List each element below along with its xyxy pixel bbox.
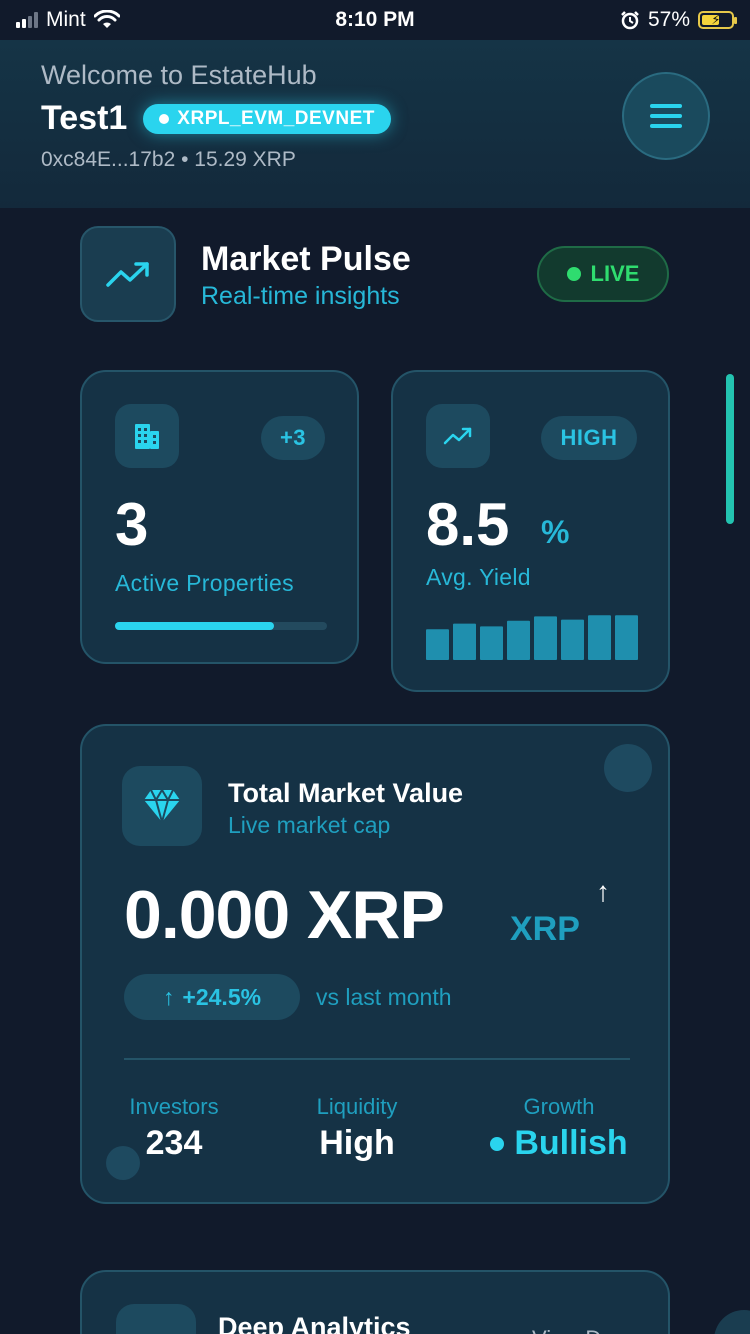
yield-bar: [480, 626, 503, 660]
divider: [124, 1058, 630, 1060]
trending-up-icon: [443, 427, 472, 445]
live-label: LIVE: [590, 261, 640, 286]
network-badge: XRPL_EVM_DEVNET: [143, 103, 391, 134]
change-badge: ↑ +24.5%: [124, 974, 300, 1020]
carrier-name: Mint: [46, 8, 86, 31]
yield-bar: [426, 629, 449, 660]
comparison-text: vs last month: [316, 984, 452, 1010]
active-properties-label: Active Properties: [115, 570, 294, 596]
hamburger-icon: [650, 104, 682, 108]
yield-bar: [507, 620, 530, 660]
change-value: +24.5%: [182, 983, 262, 1010]
status-right: 57% ⚡: [620, 8, 737, 32]
network-name: XRPL_EVM_DEVNET: [177, 107, 375, 129]
status-left: Mint: [16, 8, 120, 32]
stat-investors: Investors 234: [122, 1094, 226, 1163]
battery-percent: 57%: [647, 8, 690, 31]
stat-label: Investors: [129, 1094, 219, 1119]
app-header: Welcome to EstateHub Test1 XRPL_EVM_DEVN…: [0, 40, 750, 208]
network-dot-icon: [159, 113, 170, 124]
yield-bar: [561, 619, 584, 660]
building-icon-tile: [115, 404, 179, 468]
active-properties-card[interactable]: +3 3 Active Properties: [80, 370, 359, 664]
market-value-title: Total Market Value: [228, 778, 464, 808]
avg-yield-label: Avg. Yield: [426, 564, 531, 590]
arrow-up-icon: ↑: [162, 983, 175, 1010]
avg-yield-card[interactable]: HIGH 8.5 % Avg. Yield: [391, 370, 670, 692]
yield-bar: [534, 616, 557, 660]
diamond-icon: [144, 788, 180, 824]
status-bar: Mint 8:10 PM 57% ⚡: [0, 0, 750, 40]
stat-value-wrap: Bullish: [480, 1124, 638, 1163]
live-dot-icon: [566, 267, 581, 281]
avg-yield-value: 8.5: [426, 491, 510, 558]
welcome-text: Welcome to EstateHub: [41, 60, 317, 90]
stat-growth: Growth Bullish: [480, 1094, 638, 1163]
market-value-amount: 0.000 XRP: [124, 877, 445, 953]
analytics-icon-tile: [116, 1304, 196, 1334]
avg-yield-unit: %: [541, 514, 570, 550]
stat-label: Liquidity: [316, 1094, 398, 1119]
stat-label: Growth: [523, 1094, 595, 1119]
yield-bar: [453, 623, 476, 660]
market-value-subtitle: Live market cap: [228, 812, 391, 838]
trending-up-icon: [106, 262, 149, 287]
menu-button[interactable]: [622, 72, 710, 160]
yield-level-badge: HIGH: [541, 416, 637, 460]
market-pulse-icon-box: [80, 226, 176, 322]
wifi-icon: [93, 10, 120, 28]
scrollbar[interactable]: [726, 374, 734, 524]
properties-progress-fill: [115, 622, 274, 630]
view-details-link[interactable]: View D: [532, 1326, 601, 1334]
yield-bar-chart: [426, 615, 638, 660]
stat-value: Bullish: [514, 1124, 628, 1162]
properties-progress-track: [115, 622, 327, 630]
yield-bar: [588, 615, 611, 660]
live-badge: LIVE: [537, 246, 669, 302]
decorative-circle: [604, 744, 652, 792]
stat-liquidity: Liquidity High: [300, 1094, 414, 1163]
arrow-up-icon: ↑: [596, 876, 610, 907]
floating-action-button[interactable]: [714, 1310, 750, 1334]
deep-analytics-card[interactable]: Deep Analytics View D: [80, 1270, 670, 1334]
building-icon: [135, 424, 159, 449]
stat-value: High: [319, 1124, 395, 1162]
market-pulse-title: Market Pulse: [201, 240, 411, 278]
active-properties-value: 3: [115, 491, 149, 558]
user-row: Test1 XRPL_EVM_DEVNET: [41, 99, 709, 138]
yield-icon-tile: [426, 404, 490, 468]
deep-analytics-title: Deep Analytics: [218, 1312, 411, 1334]
wallet-info: 0xc84E...17b2 • 15.29 XRP: [41, 148, 296, 171]
alarm-icon: [621, 11, 639, 30]
user-name: Test1: [41, 99, 128, 137]
battery-icon: ⚡: [698, 11, 737, 29]
market-value-unit: XRP: [510, 910, 580, 948]
market-pulse-subtitle: Real-time insights: [201, 282, 400, 310]
bullet-dot-icon: [490, 1136, 505, 1151]
market-value-card[interactable]: Total Market Value Live market cap 0.000…: [80, 724, 670, 1204]
stat-value: 234: [145, 1124, 203, 1162]
properties-change-badge: +3: [261, 416, 325, 460]
signal-icon: [16, 12, 38, 28]
yield-bar: [615, 615, 638, 660]
diamond-icon-tile: [122, 766, 202, 846]
